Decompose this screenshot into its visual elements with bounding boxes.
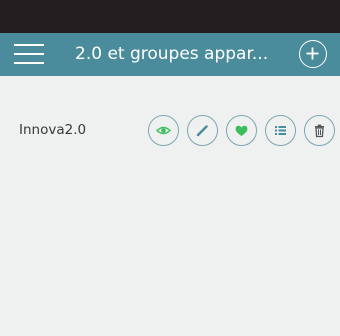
trash-icon — [315, 124, 324, 138]
delete-button[interactable] — [304, 115, 335, 146]
app-header: 2.0 et groupes appar... — [0, 33, 340, 76]
list-button[interactable] — [265, 115, 296, 146]
list-item-label: Innova2.0 — [19, 122, 87, 138]
heart-icon — [235, 125, 248, 136]
list-icon — [275, 126, 286, 135]
plus-icon — [306, 47, 319, 60]
edit-button[interactable] — [187, 115, 218, 146]
view-button[interactable] — [148, 115, 179, 146]
eye-icon — [155, 126, 172, 135]
list-item: Innova2.0 — [0, 113, 340, 147]
favorite-button[interactable] — [226, 115, 257, 146]
status-bar — [0, 0, 340, 33]
pencil-icon — [196, 125, 208, 137]
page-title: 2.0 et groupes appar... — [75, 44, 269, 64]
hamburger-menu-icon[interactable] — [14, 42, 44, 66]
add-button[interactable] — [299, 40, 327, 68]
